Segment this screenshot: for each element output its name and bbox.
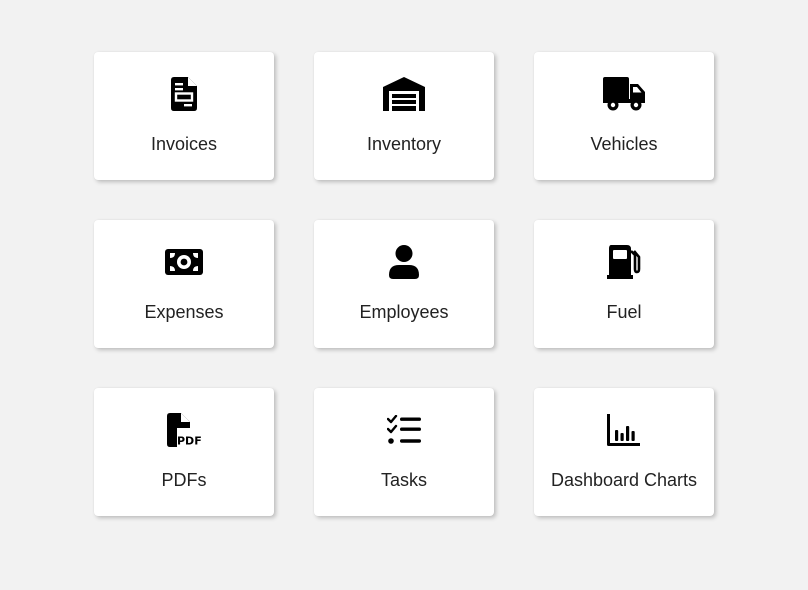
truck-icon <box>602 74 646 114</box>
fuel-label: Fuel <box>606 302 642 322</box>
gas-pump-icon <box>602 242 646 282</box>
bar-chart-icon <box>602 410 646 450</box>
money-bill-icon <box>162 242 206 282</box>
pdfs-label: PDFs <box>161 470 207 490</box>
svg-text:PDF: PDF <box>177 435 201 448</box>
task-list-icon <box>382 410 426 450</box>
employees-tile[interactable]: Employees <box>314 220 494 348</box>
dashboard-charts-label: Dashboard Charts <box>550 470 698 490</box>
pdf-file-icon: PDF <box>162 410 206 450</box>
warehouse-icon <box>382 74 426 114</box>
fuel-tile[interactable]: Fuel <box>534 220 714 348</box>
inventory-label: Inventory <box>366 134 442 154</box>
employees-label: Employees <box>359 302 449 322</box>
vehicles-label: Vehicles <box>590 134 658 154</box>
vehicles-tile[interactable]: Vehicles <box>534 52 714 180</box>
expenses-label: Expenses <box>144 302 224 322</box>
tasks-label: Tasks <box>380 470 427 490</box>
dashboard-charts-tile[interactable]: Dashboard Charts <box>534 388 714 516</box>
pdfs-tile[interactable]: PDF PDFs <box>94 388 274 516</box>
dashboard-tile-grid: Invoices Inventory Vehicles Expenses Emp… <box>94 52 714 516</box>
inventory-tile[interactable]: Inventory <box>314 52 494 180</box>
invoice-icon <box>162 74 206 114</box>
invoices-tile[interactable]: Invoices <box>94 52 274 180</box>
expenses-tile[interactable]: Expenses <box>94 220 274 348</box>
invoices-label: Invoices <box>150 134 218 154</box>
user-icon <box>382 242 426 282</box>
tasks-tile[interactable]: Tasks <box>314 388 494 516</box>
